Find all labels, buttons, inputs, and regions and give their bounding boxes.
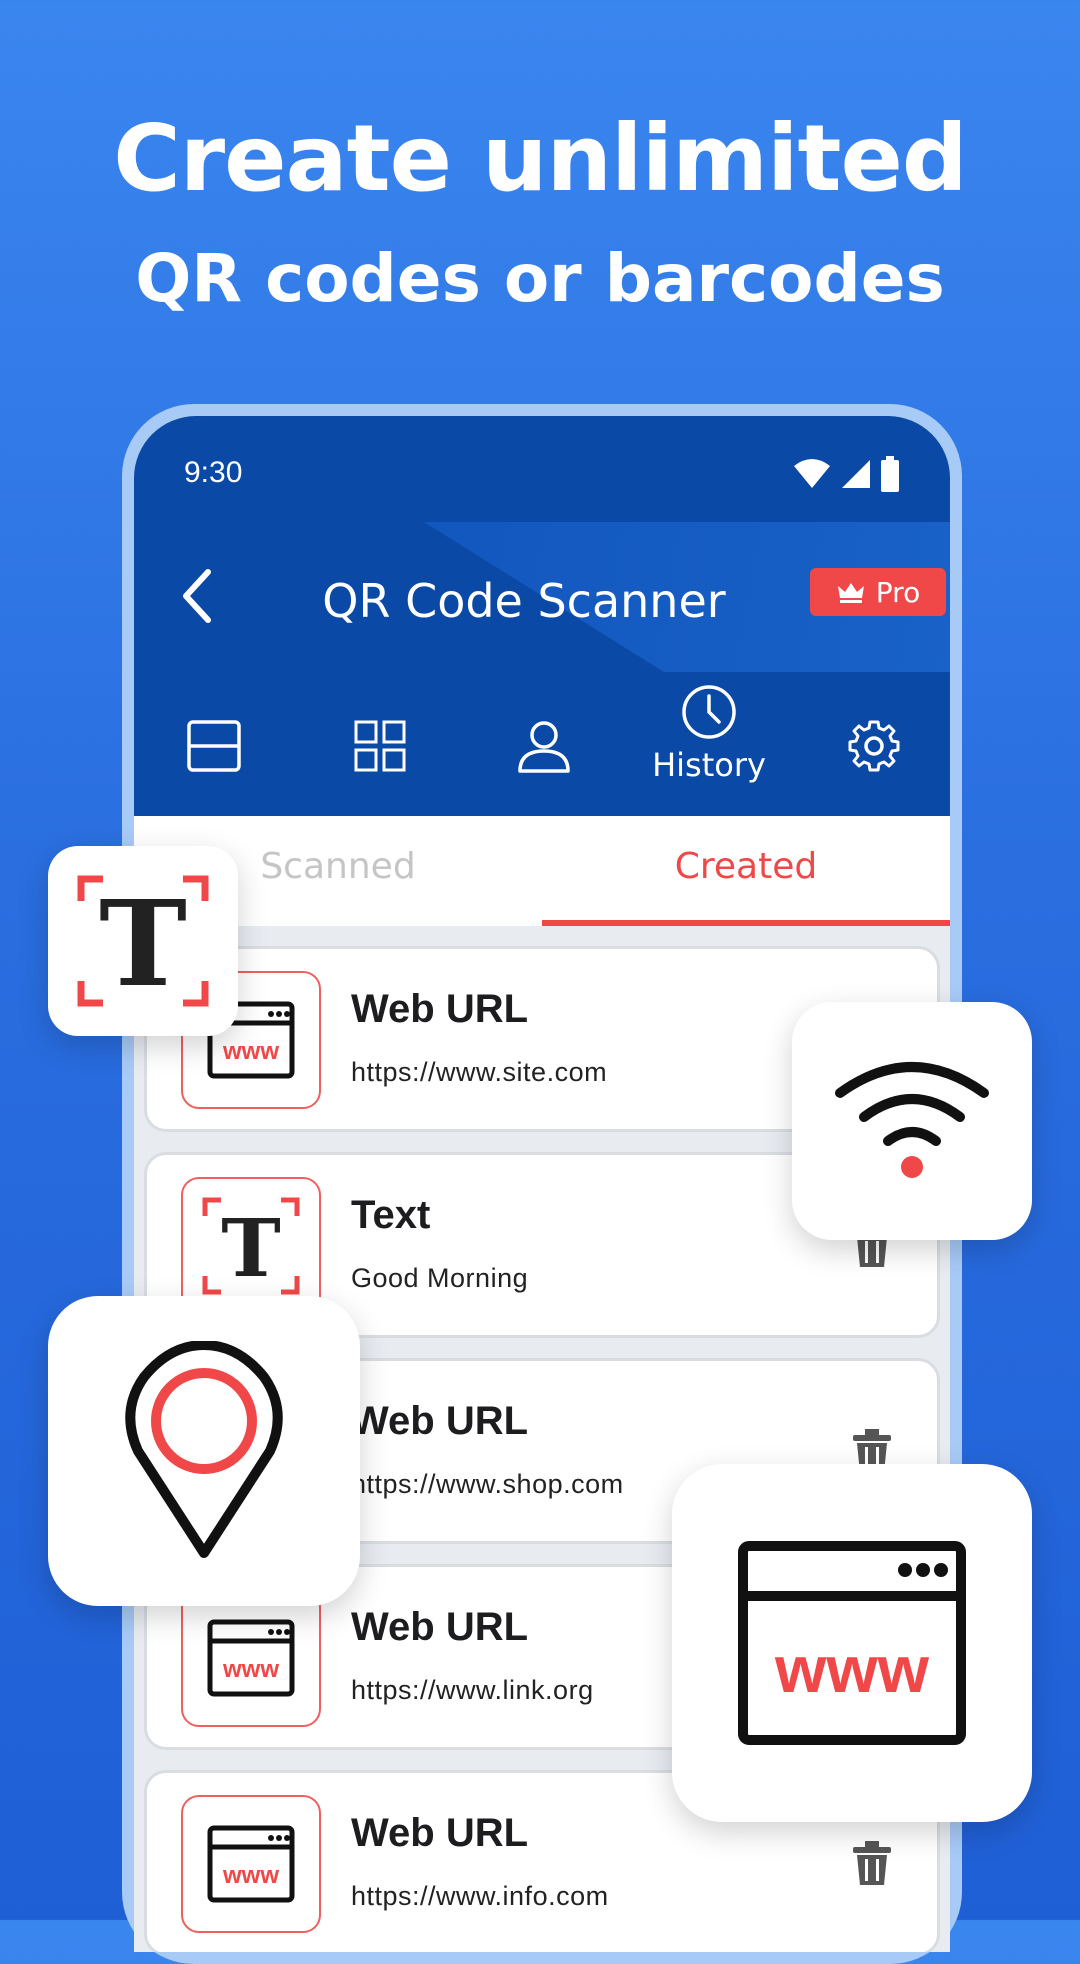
svg-text:T: T bbox=[221, 1201, 281, 1295]
www-icon: www bbox=[207, 1619, 295, 1697]
item-value: https://www.shop.com bbox=[351, 1469, 624, 1499]
nav-scan[interactable] bbox=[154, 686, 274, 806]
svg-text:www: www bbox=[222, 1656, 279, 1683]
svg-text:T: T bbox=[99, 874, 187, 1011]
item-thumbnail: www bbox=[181, 1589, 321, 1727]
signal-icon bbox=[842, 460, 870, 488]
text-icon: T bbox=[77, 874, 209, 1011]
grid-icon bbox=[354, 720, 406, 772]
history-tabs: Scanned Created bbox=[134, 816, 950, 926]
app-bar: 9:30 QR Code Scanner Pro History bbox=[134, 416, 950, 816]
item-type: Web URL bbox=[351, 1811, 529, 1855]
svg-text:www: www bbox=[774, 1632, 930, 1706]
item-thumbnail: T bbox=[181, 1177, 321, 1315]
item-thumbnail: www bbox=[181, 1795, 321, 1933]
scan-icon bbox=[187, 720, 241, 772]
floating-www-tile: www bbox=[672, 1464, 1032, 1822]
crown-icon bbox=[837, 583, 864, 603]
wifi-status-icon bbox=[794, 459, 830, 488]
back-button[interactable] bbox=[174, 566, 224, 626]
floating-text-tile: T bbox=[48, 846, 238, 1036]
item-value: https://www.site.com bbox=[351, 1057, 608, 1087]
gear-icon bbox=[848, 720, 900, 772]
app-title: QR Code Scanner bbox=[322, 574, 726, 628]
nav-history-label: History bbox=[652, 746, 766, 784]
battery-icon bbox=[881, 456, 899, 492]
status-icons bbox=[792, 456, 900, 492]
chevron-left-icon bbox=[183, 569, 211, 623]
text-icon: T bbox=[202, 1197, 300, 1295]
item-type: Web URL bbox=[351, 987, 529, 1031]
www-icon: www bbox=[207, 1825, 295, 1903]
main-nav: History bbox=[134, 685, 950, 806]
item-type: Web URL bbox=[351, 1399, 529, 1443]
item-value: Good Morning bbox=[351, 1263, 529, 1293]
headline-subtitle: QR codes or barcodes bbox=[135, 240, 945, 317]
www-icon: www bbox=[738, 1541, 966, 1745]
nav-history[interactable]: History bbox=[649, 674, 769, 794]
tab-created[interactable]: Created bbox=[542, 846, 950, 887]
nav-settings[interactable] bbox=[814, 686, 934, 806]
delete-button[interactable] bbox=[851, 1839, 893, 1892]
nav-create[interactable] bbox=[320, 686, 440, 806]
location-pin-icon bbox=[125, 1341, 283, 1558]
floating-location-tile bbox=[48, 1296, 360, 1606]
item-value: https://www.info.com bbox=[351, 1881, 609, 1911]
tab-active-indicator bbox=[542, 920, 950, 926]
item-type: Text bbox=[351, 1193, 431, 1237]
nav-profile[interactable] bbox=[484, 686, 604, 806]
item-type: Web URL bbox=[351, 1605, 529, 1649]
pro-button[interactable]: Pro bbox=[810, 568, 946, 616]
trash-icon bbox=[853, 1841, 891, 1885]
floating-wifi-tile bbox=[792, 1002, 1032, 1240]
item-value: https://www.link.org bbox=[351, 1675, 594, 1705]
clock-icon bbox=[682, 685, 736, 739]
person-icon bbox=[518, 721, 570, 773]
wifi-icon bbox=[835, 1062, 989, 1178]
pro-label: Pro bbox=[875, 575, 921, 609]
headline-title: Create unlimited bbox=[113, 105, 967, 212]
status-time: 9:30 bbox=[184, 456, 243, 489]
svg-text:www: www bbox=[222, 1038, 279, 1065]
svg-text:www: www bbox=[222, 1862, 279, 1889]
